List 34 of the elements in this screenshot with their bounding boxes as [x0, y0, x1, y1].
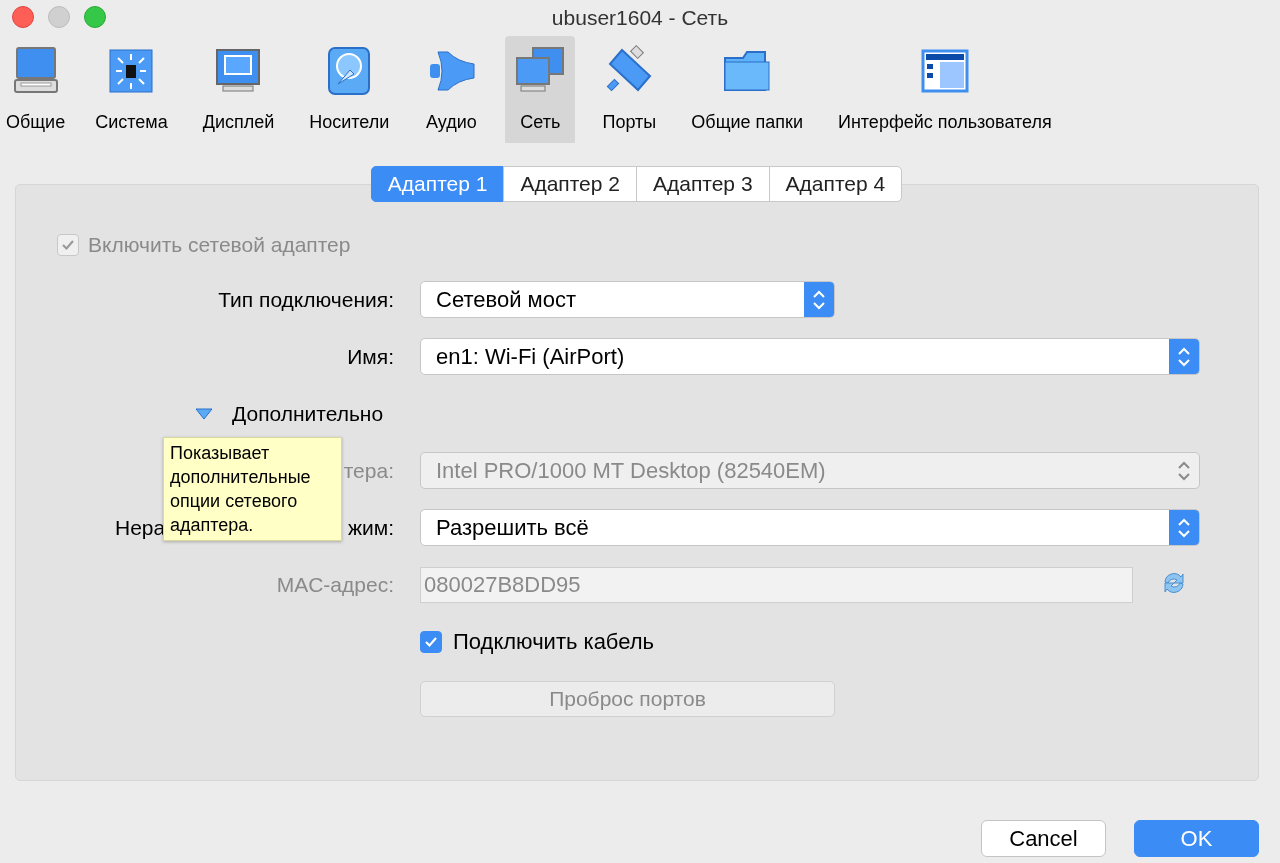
toolbar-item[interactable]: Общие — [0, 36, 74, 143]
checkbox[interactable] — [420, 630, 442, 653]
window-control-button[interactable] — [48, 6, 70, 28]
window-control-button[interactable] — [84, 6, 106, 28]
toolbar-item[interactable]: Порты — [594, 36, 665, 143]
stepper-icon[interactable] — [1177, 516, 1191, 539]
field-label: Тип подключения: — [218, 287, 394, 312]
field-label: Нера — [115, 515, 166, 540]
toolbar-item[interactable]: Интерфейс пользователя — [829, 36, 1060, 143]
field-label: Имя: — [347, 344, 394, 369]
field-label: жим: — [347, 515, 394, 540]
stepper-icon[interactable] — [812, 288, 826, 311]
section-label: Дополнительно — [232, 401, 384, 426]
dropdown[interactable]: Сетевой мост — [420, 281, 835, 318]
dialog-button[interactable]: Cancel — [981, 820, 1106, 857]
dropdown[interactable]: en1: Wi-Fi (AirPort) — [420, 338, 1200, 375]
field-label: MAC-адрес: — [276, 572, 394, 597]
field-label: тера: — [343, 458, 394, 483]
toolbar-item[interactable]: Общие папки — [683, 36, 811, 143]
checkbox-label: Включить сетевой адаптер — [88, 233, 351, 257]
toolbar-item[interactable]: Дисплей — [194, 36, 283, 143]
toolbar-item[interactable]: Система — [87, 36, 176, 143]
adapter-tab[interactable]: Адаптер 2 — [503, 166, 637, 202]
toolbar-item[interactable]: Аудио — [416, 36, 487, 143]
toolbar-item[interactable]: Сеть — [505, 36, 576, 143]
toolbar-item[interactable]: Носители — [301, 36, 398, 143]
dropdown[interactable]: Разрешить всё — [420, 509, 1200, 546]
window-control-button[interactable] — [12, 6, 34, 28]
checkbox-label: Подключить кабель — [453, 628, 655, 655]
tooltip: Показывает дополнительные опции сетевого адаптера. — [163, 437, 342, 541]
adapter-tab[interactable]: Адаптер 4 — [768, 166, 903, 202]
stepper-icon[interactable] — [1177, 345, 1191, 368]
adapter-tab[interactable]: Адаптер 3 — [636, 166, 770, 202]
window-title: ubuser1604 - Сеть — [551, 6, 729, 30]
